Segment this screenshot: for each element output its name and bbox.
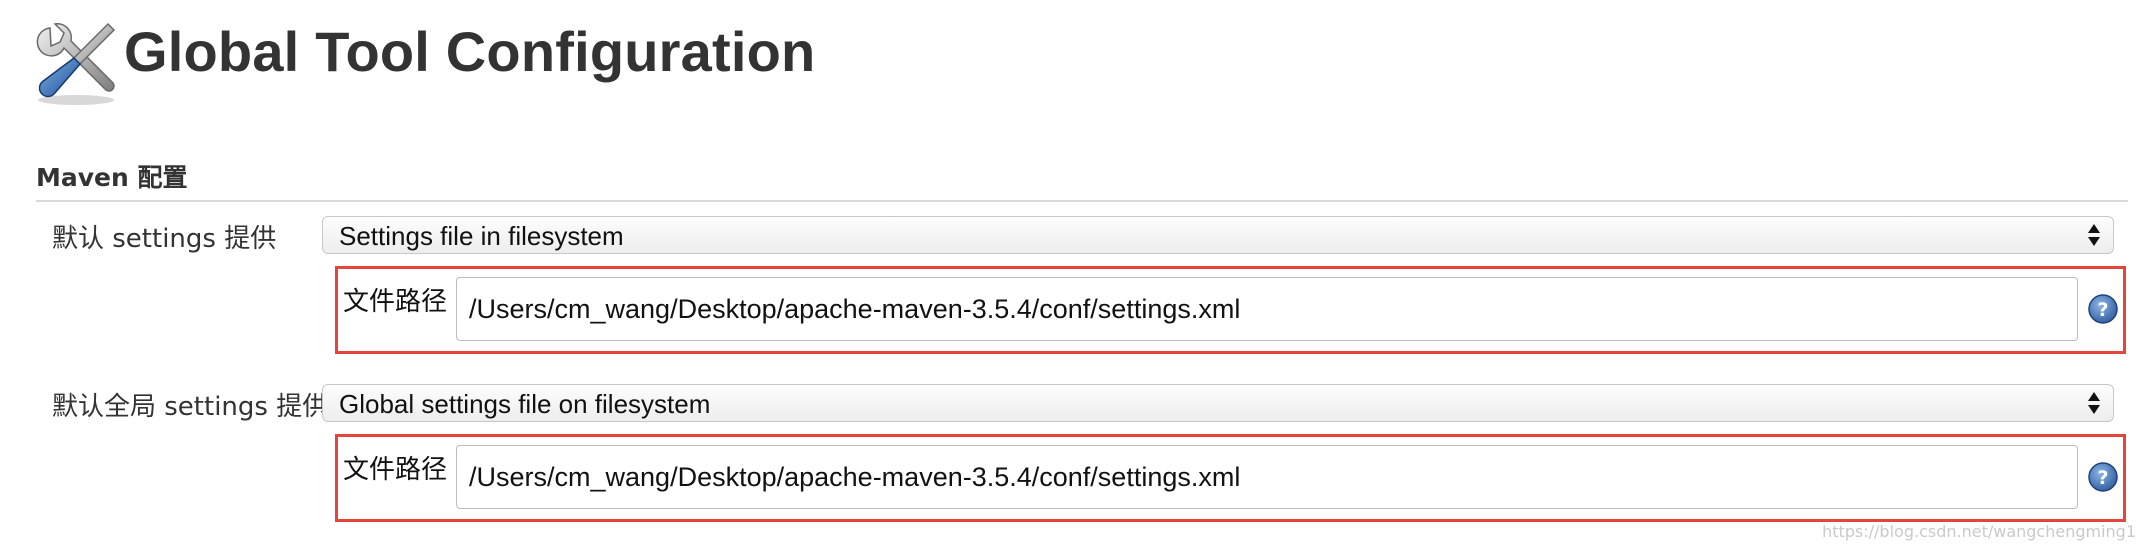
settings-provider-label: 默认 settings 提供 [52, 224, 277, 254]
wrench-screwdriver-icon [28, 14, 124, 110]
page-title: Global Tool Configuration [124, 20, 816, 83]
global-settings-provider-select[interactable]: Global settings file on filesystem [322, 384, 2114, 422]
global-settings-file-path-label: 文件路径 [343, 455, 448, 485]
section-divider [36, 200, 2128, 202]
global-settings-file-path-input[interactable]: /Users/cm_wang/Desktop/apache-maven-3.5.… [456, 445, 2078, 509]
watermark: https://blog.csdn.net/wangchengming1 [1822, 522, 2136, 541]
section-title: Maven 配置 [36, 163, 188, 192]
settings-provider-select[interactable]: Settings file in filesystem [322, 216, 2114, 254]
select-arrows-icon [2087, 222, 2101, 248]
page-header: Global Tool Configuration [28, 14, 815, 110]
select-arrows-icon [2087, 390, 2101, 416]
global-settings-provider-label: 默认全局 settings 提供 [52, 392, 329, 422]
global-settings-provider-selected: Global settings file on filesystem [339, 389, 711, 419]
help-icon[interactable]: ? [2087, 461, 2119, 493]
svg-text:?: ? [2097, 467, 2108, 489]
settings-file-path-label: 文件路径 [343, 287, 448, 317]
settings-provider-selected: Settings file in filesystem [339, 221, 624, 251]
settings-file-path-input[interactable]: /Users/cm_wang/Desktop/apache-maven-3.5.… [456, 277, 2078, 341]
help-icon[interactable]: ? [2087, 293, 2119, 325]
svg-text:?: ? [2097, 299, 2108, 321]
